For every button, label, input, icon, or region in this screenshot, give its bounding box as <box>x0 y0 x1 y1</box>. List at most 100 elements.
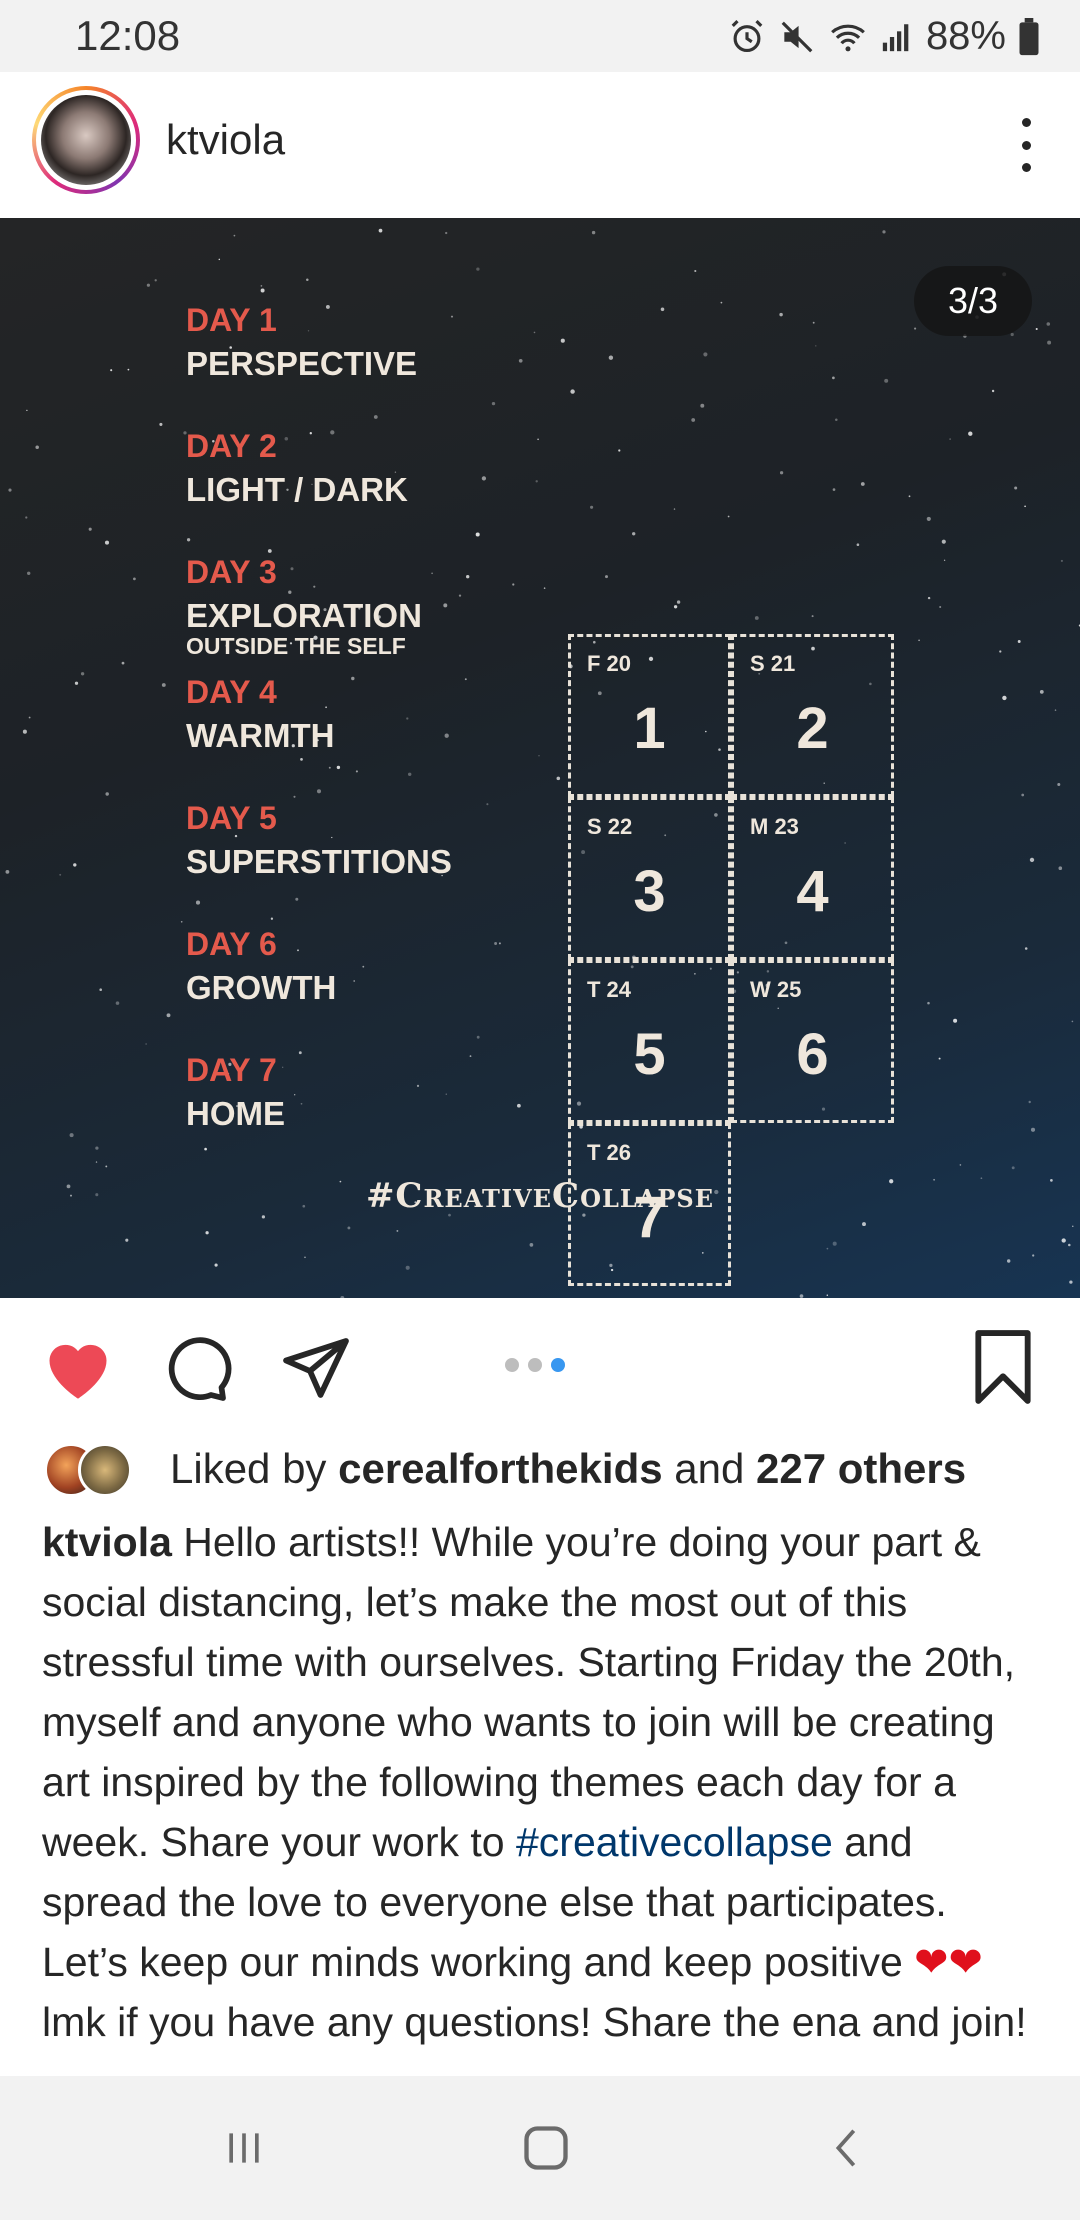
star-dot <box>99 988 102 991</box>
home-icon[interactable] <box>514 2116 578 2180</box>
starfield <box>5 228 1080 1298</box>
calendar-day-number: 6 <box>796 1022 829 1087</box>
star-dot <box>939 605 942 609</box>
star-dot <box>133 577 136 581</box>
carousel-dot-active <box>551 1358 565 1372</box>
battery-percent: 88% <box>925 14 1006 58</box>
caption-text: Hello artists!! While you’re doing your … <box>42 1519 1016 1865</box>
star-dot <box>481 476 487 481</box>
caption-username[interactable]: ktviola <box>42 1519 172 1565</box>
star-dot <box>860 482 865 486</box>
system-nav-bar <box>0 2076 1080 2220</box>
avatar <box>78 1443 132 1497</box>
star-dot <box>351 676 355 681</box>
bookmark-icon[interactable] <box>970 1330 1036 1409</box>
star-dot <box>294 1094 296 1096</box>
likes-prefix: Liked by <box>170 1445 327 1492</box>
star-dot <box>110 369 113 372</box>
star-dot <box>186 538 191 542</box>
action-bar <box>0 1298 1080 1434</box>
star-dot <box>882 230 886 234</box>
day-theme: LIGHT / DARK <box>186 471 408 508</box>
more-options-button[interactable] <box>1008 110 1044 180</box>
post-username[interactable]: ktviola <box>166 116 285 164</box>
star-dot <box>304 1256 306 1259</box>
star-dot <box>444 733 449 738</box>
star-dot <box>59 873 62 876</box>
calendar-day-number: 5 <box>633 1022 666 1087</box>
star-dot <box>720 301 723 304</box>
calendar-day-number: 3 <box>633 859 666 924</box>
star-dot <box>512 583 515 586</box>
star-dot <box>35 445 39 450</box>
star-dot <box>1011 1166 1015 1170</box>
star-dot <box>316 789 322 794</box>
star-dot <box>694 269 697 273</box>
image-hashtag: #CreativeCollapse <box>365 1176 715 1216</box>
star-dot <box>491 401 496 406</box>
day-label: DAY 6 <box>186 926 277 962</box>
star-dot <box>590 505 594 509</box>
day-item: DAY 6 GROWTH <box>186 928 336 1004</box>
star-dot <box>660 307 665 312</box>
profile-avatar[interactable] <box>32 86 140 194</box>
day-theme: HOME <box>186 1095 285 1132</box>
star-dot <box>300 1102 303 1105</box>
post-image[interactable]: 3/3 DAY 1 PERSPECTIVE DAY 2 LIGHT / DARK DAY… <box>0 218 1080 1298</box>
star-dot <box>233 234 236 237</box>
day-label: DAY 4 <box>186 674 277 710</box>
star-dot <box>104 540 110 545</box>
star-dot <box>991 389 995 393</box>
star-dot <box>204 1147 207 1151</box>
star-dot <box>405 1265 410 1270</box>
star-dot <box>914 327 917 330</box>
star-dot <box>1072 1225 1074 1227</box>
day-label: DAY 2 <box>186 428 277 464</box>
calendar-date: M 23 <box>750 814 799 839</box>
star-dot <box>543 587 546 589</box>
star-dot <box>95 1161 98 1163</box>
star-dot <box>1014 486 1018 490</box>
star-dot <box>1017 640 1021 643</box>
star-dot <box>445 231 448 235</box>
star-dot <box>218 258 221 261</box>
carousel-indicator <box>505 1358 565 1372</box>
recent-apps-icon[interactable] <box>212 2116 276 2180</box>
star-dot <box>538 755 540 757</box>
others-likes-link[interactable]: 227 others <box>756 1445 966 1492</box>
star-dot <box>1058 866 1063 870</box>
share-icon[interactable] <box>280 1332 352 1409</box>
star-dot <box>832 488 836 491</box>
star-dot <box>300 758 303 761</box>
comment-icon[interactable] <box>160 1332 232 1409</box>
star-dot <box>1021 793 1025 797</box>
star-dot <box>293 795 296 798</box>
heart-icon[interactable] <box>40 1332 116 1407</box>
star-dot <box>1061 1238 1066 1243</box>
star-dot <box>355 770 358 773</box>
star-dot <box>295 897 299 901</box>
star-dot <box>466 575 470 579</box>
star-dot <box>298 1051 302 1055</box>
star-dot <box>1069 1280 1073 1284</box>
back-icon[interactable] <box>816 2116 880 2180</box>
star-dot <box>476 267 480 271</box>
star-dot <box>476 1035 480 1039</box>
star-dot <box>74 681 79 685</box>
star-dot <box>25 516 28 519</box>
caption-hashtag-link[interactable]: #creativecollapse <box>516 1819 833 1865</box>
star-dot <box>195 900 201 905</box>
star-dot <box>1002 695 1007 701</box>
star-dot <box>537 438 539 441</box>
carousel-dot <box>505 1358 519 1372</box>
calendar-cell: W 25 6 <box>731 960 894 1123</box>
calendar-cell: F 20 1 <box>568 634 731 797</box>
star-dot <box>353 980 356 982</box>
star-dot <box>469 1055 472 1057</box>
first-liker-link[interactable]: cerealforthekids <box>338 1445 662 1492</box>
day-item: DAY 5 SUPERSTITIONS <box>186 802 452 878</box>
star-dot <box>518 358 523 363</box>
star-dot <box>908 495 911 498</box>
star-dot <box>127 368 130 371</box>
likes-row[interactable]: Liked by cerealforthekids and 227 others <box>44 1438 966 1500</box>
